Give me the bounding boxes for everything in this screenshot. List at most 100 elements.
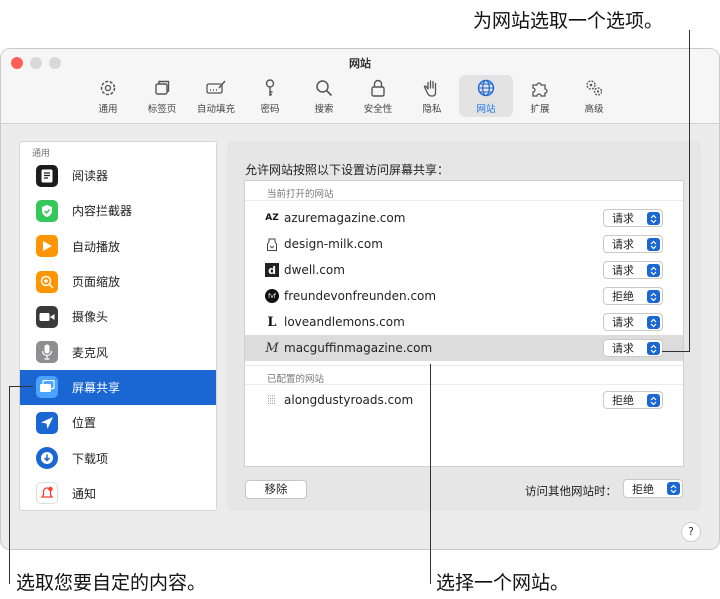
website-domain: alongdustyroads.com	[284, 393, 414, 407]
tab-search[interactable]: 搜索	[297, 75, 351, 117]
hand-icon	[423, 80, 437, 97]
search-icon	[316, 80, 333, 97]
other-sites-label: 访问其他网站时：	[525, 484, 617, 498]
permission-popup[interactable]: 请求	[603, 339, 663, 357]
sidebar-item-downloads[interactable]: 下载项	[20, 440, 216, 475]
other-sites-value: 拒绝	[632, 482, 654, 496]
permission-popup[interactable]: 请求	[603, 235, 663, 253]
screen-sharing-panel: 允许网站按照以下设置访问屏幕共享： 当前打开的网站 AZ azuremagazi…	[227, 141, 701, 511]
section-header-configured-sites: 已配置的网站	[245, 365, 683, 385]
chevron-updown-icon	[647, 212, 660, 225]
tab-label: 安全性	[363, 104, 393, 115]
tab-tabs[interactable]: 标签页	[135, 75, 189, 117]
loveandlemons-favicon: L	[267, 314, 277, 330]
sidebar-item-notifications[interactable]: 通知	[20, 476, 216, 510]
window-title: 网站	[349, 57, 371, 70]
notifications-icon	[36, 482, 58, 505]
other-sites-popup[interactable]: 拒绝	[623, 479, 683, 498]
chevron-updown-icon	[647, 394, 660, 407]
help-button[interactable]: ?	[681, 522, 701, 542]
puzzle-icon	[532, 82, 548, 97]
sidebar-item-content-blockers[interactable]: 内容拦截器	[20, 193, 216, 228]
gears-icon	[586, 80, 603, 96]
callout-line-option-horizontal	[662, 351, 690, 352]
remove-button[interactable]: 移除	[245, 480, 307, 499]
permission-popup[interactable]: 请求	[603, 209, 663, 227]
tab-websites[interactable]: 网站	[459, 75, 513, 117]
tab-extensions[interactable]: 扩展	[513, 75, 567, 117]
titlebar: 网站 通用 标签页 自动填充 密码 搜索 安全性 隐私 网站 扩展 高级	[1, 49, 719, 124]
permission-popup[interactable]: 请求	[603, 313, 663, 331]
permission-value: 请求	[612, 264, 634, 277]
tab-label: 搜索	[314, 104, 334, 115]
sidebar-item-label: 麦克风	[72, 345, 109, 360]
tab-label: 标签页	[147, 104, 177, 115]
tabs-icon	[155, 80, 170, 95]
website-row[interactable]: design-milk.com 请求	[245, 231, 683, 257]
permission-popup[interactable]: 拒绝	[603, 391, 663, 409]
permission-value: 请求	[612, 342, 634, 355]
sidebar-item-autoplay[interactable]: 自动播放	[20, 229, 216, 264]
tab-label: 自动填充	[196, 104, 235, 115]
permission-value: 请求	[612, 212, 634, 225]
sidebar-item-reader[interactable]: 阅读器	[20, 158, 216, 193]
website-row[interactable]: L loveandlemons.com 请求	[245, 309, 683, 335]
lock-icon	[371, 79, 385, 97]
globe-icon	[477, 79, 495, 97]
tab-label: 网站	[476, 104, 496, 115]
sidebar-item-label: 通知	[72, 486, 97, 501]
microphone-icon	[36, 341, 58, 364]
permission-popup[interactable]: 拒绝	[603, 287, 663, 305]
website-row[interactable]: AZ azuremagazine.com 请求	[245, 205, 683, 231]
permission-popup[interactable]: 请求	[603, 261, 663, 279]
tab-autofill[interactable]: 自动填充	[189, 75, 243, 117]
sidebar-item-label: 屏幕共享	[72, 380, 121, 395]
dwell-favicon: d	[265, 263, 279, 277]
freundevonfreunden-favicon: fvf	[265, 289, 279, 303]
alongdustyroads-icon	[265, 393, 279, 407]
website-row[interactable]: d dwell.com 请求	[245, 257, 683, 283]
preferences-toolbar: 通用 标签页 自动填充 密码 搜索 安全性 隐私 网站 扩展 高级	[81, 75, 621, 117]
tab-label: 通用	[98, 104, 118, 115]
autofill-icon	[206, 80, 226, 94]
location-icon	[36, 411, 58, 434]
website-row-selected[interactable]: M macguffinmagazine.com 请求	[245, 335, 683, 361]
permission-value: 拒绝	[612, 394, 634, 407]
reader-icon	[36, 164, 58, 187]
content-blocker-icon	[36, 199, 58, 222]
website-domain: macguffinmagazine.com	[284, 341, 433, 355]
sidebar-item-location[interactable]: 位置	[20, 405, 216, 440]
tab-security[interactable]: 安全性	[351, 75, 405, 117]
section-header-open-sites: 当前打开的网站	[245, 181, 683, 201]
tab-advanced[interactable]: 高级	[567, 75, 621, 117]
camera-icon	[36, 305, 58, 328]
sidebar-item-label: 阅读器	[72, 169, 109, 184]
website-domain: dwell.com	[284, 263, 345, 277]
tab-label: 隐私	[422, 104, 442, 115]
autoplay-icon	[36, 235, 58, 258]
chevron-updown-icon	[647, 316, 660, 329]
tab-general[interactable]: 通用	[81, 75, 135, 117]
sidebar-item-microphone[interactable]: 麦克风	[20, 334, 216, 369]
tab-privacy[interactable]: 隐私	[405, 75, 459, 117]
permission-value: 请求	[612, 316, 634, 329]
sidebar-item-camera[interactable]: 摄像头	[20, 299, 216, 334]
page-zoom-icon	[36, 270, 58, 293]
chevron-updown-icon	[667, 482, 680, 495]
sidebar-item-screen-sharing[interactable]: 屏幕共享	[20, 369, 216, 406]
callout-select-website: 选择一个网站。	[436, 572, 570, 594]
tab-passwords[interactable]: 密码	[243, 75, 297, 117]
website-row[interactable]: fvf freundevonfreunden.com 拒绝	[245, 283, 683, 309]
website-row[interactable]: alongdustyroads.com 拒绝	[245, 387, 683, 413]
key-icon	[265, 79, 275, 96]
website-domain: design-milk.com	[284, 237, 383, 251]
sidebar-item-page-zoom[interactable]: 页面缩放	[20, 264, 216, 299]
gear-icon	[100, 80, 116, 96]
callout-line-website	[430, 364, 431, 584]
permission-value: 拒绝	[612, 290, 634, 303]
downloads-icon	[36, 447, 58, 470]
sidebar-item-label: 摄像头	[72, 310, 109, 325]
callout-choose-customize: 选取您要自定的内容。	[16, 572, 207, 594]
sidebar-header: 通用	[32, 149, 51, 159]
callout-line-customize-vertical	[9, 386, 10, 584]
